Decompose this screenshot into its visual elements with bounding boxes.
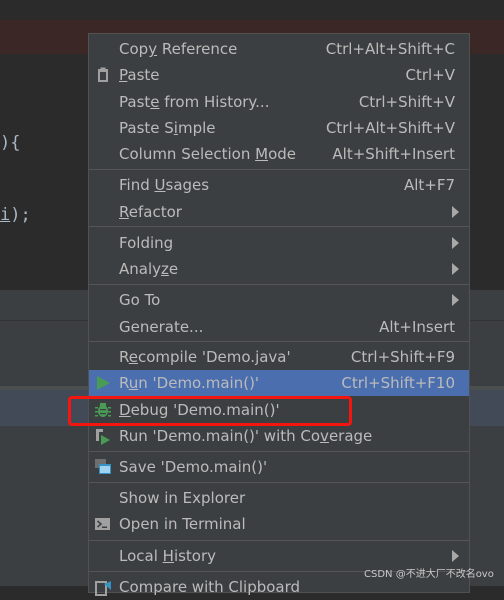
menu-separator — [89, 284, 469, 285]
menu-item-run-with-coverage[interactable]: Run 'Demo.main()' with Coverage — [89, 423, 469, 449]
menu-item-label: Go To — [119, 291, 161, 309]
menu-item-generate[interactable]: Generate... Alt+Insert — [89, 314, 469, 340]
code-line: i); — [0, 205, 31, 225]
menu-item-label: Open in Terminal — [119, 515, 246, 533]
menu-item-paste-simple[interactable]: Paste Simple Ctrl+Alt+Shift+V — [89, 115, 469, 141]
menu-item-run[interactable]: Run 'Demo.main()' Ctrl+Shift+F10 — [89, 370, 469, 396]
highlight-annotation-box — [68, 396, 352, 426]
menu-item-find-usages[interactable]: Find Usages Alt+F7 — [89, 172, 469, 198]
code-line: ){ — [0, 133, 20, 153]
terminal-icon — [94, 515, 112, 533]
menu-item-label: Save 'Demo.main()' — [119, 458, 268, 476]
code-variable: i — [0, 205, 11, 225]
menu-item-label: Generate... — [119, 318, 204, 336]
menu-item-show-in-explorer[interactable]: Show in Explorer — [89, 485, 469, 511]
menu-item-shortcut: Ctrl+Alt+Shift+C — [325, 40, 455, 58]
menu-item-label: Refactor — [119, 203, 182, 221]
menu-item-label: Analyze — [119, 260, 179, 278]
menu-item-shortcut: Ctrl+Shift+F9 — [350, 348, 455, 366]
menu-item-folding[interactable]: Folding — [89, 230, 469, 256]
menu-item-label: Local History — [119, 547, 217, 565]
menu-item-recompile[interactable]: Recompile 'Demo.java' Ctrl+Shift+F9 — [89, 344, 469, 370]
menu-item-analyze[interactable]: Analyze — [89, 256, 469, 282]
menu-item-save-configuration[interactable]: Save 'Demo.main()' — [89, 454, 469, 480]
menu-item-label: Paste Simple — [119, 119, 216, 137]
menu-item-paste-from-history[interactable]: Paste from History... Ctrl+Shift+V — [89, 89, 469, 115]
menu-item-shortcut: Ctrl+Shift+V — [358, 93, 455, 111]
menu-item-paste[interactable]: Paste Ctrl+V — [89, 62, 469, 88]
menu-item-copy-reference[interactable]: Copy Reference Ctrl+Alt+Shift+C — [89, 36, 469, 62]
menu-separator — [89, 226, 469, 227]
submenu-arrow-icon — [452, 263, 459, 275]
submenu-arrow-icon — [452, 206, 459, 218]
menu-separator — [89, 169, 469, 170]
menu-item-shortcut: Alt+Insert — [379, 318, 455, 336]
coverage-icon — [94, 427, 112, 445]
menu-item-label: Find Usages — [119, 176, 210, 194]
menu-item-label: Run 'Demo.main()' with Coverage — [119, 427, 373, 445]
context-menu: Copy Reference Ctrl+Alt+Shift+C Paste Ct… — [88, 33, 470, 596]
menu-item-shortcut: Alt+F7 — [403, 176, 455, 194]
menu-item-label: Paste — [119, 66, 160, 84]
menu-item-shortcut: Ctrl+Shift+F10 — [341, 374, 455, 392]
menu-item-label: Folding — [119, 234, 174, 252]
menu-item-label: Run 'Demo.main()' — [119, 374, 260, 392]
menu-item-label: Paste from History... — [119, 93, 270, 111]
menu-item-label: Column Selection Mode — [119, 145, 296, 163]
submenu-arrow-icon — [452, 237, 459, 249]
save-config-icon — [94, 458, 112, 476]
menu-item-open-in-terminal[interactable]: Open in Terminal — [89, 511, 469, 537]
menu-item-shortcut: Alt+Shift+Insert — [332, 145, 455, 163]
run-icon — [94, 374, 112, 392]
menu-item-label: Copy Reference — [119, 40, 238, 58]
menu-item-column-selection-mode[interactable]: Column Selection Mode Alt+Shift+Insert — [89, 141, 469, 167]
menu-item-go-to[interactable]: Go To — [89, 287, 469, 313]
clipboard-icon — [94, 66, 112, 84]
menu-separator — [89, 540, 469, 541]
menu-item-refactor[interactable]: Refactor — [89, 199, 469, 225]
menu-separator — [89, 451, 469, 452]
menu-item-shortcut: Ctrl+Alt+Shift+V — [325, 119, 455, 137]
watermark: CSDN @不进大厂不改名ovo — [364, 569, 494, 580]
code-text: ){ — [0, 133, 21, 153]
submenu-arrow-icon — [452, 550, 459, 562]
menu-item-shortcut: Ctrl+V — [405, 66, 455, 84]
compare-icon — [94, 578, 112, 596]
submenu-arrow-icon — [452, 294, 459, 306]
code-text: ); — [10, 205, 31, 225]
menu-item-label: Show in Explorer — [119, 489, 246, 507]
menu-separator — [89, 341, 469, 342]
menu-item-label: Recompile 'Demo.java' — [119, 348, 291, 366]
menu-separator — [89, 482, 469, 483]
menu-item-label: Compare with Clipboard — [119, 578, 301, 596]
